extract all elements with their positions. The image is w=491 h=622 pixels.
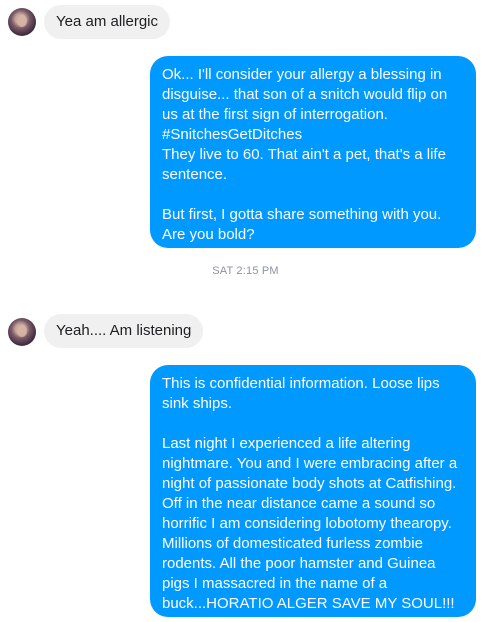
incoming-message[interactable]: Yea am allergic [44, 5, 171, 39]
incoming-message[interactable]: Yeah.... Am listening [44, 314, 204, 348]
message-line: horrific I am considering lobotomy thear… [162, 515, 452, 532]
message-text: Yeah.... Am listening [56, 322, 192, 339]
message-line: us at the first sign of interrogation. [162, 106, 388, 123]
message-line: nightmare. You and I were embracing afte… [162, 455, 458, 472]
message-line: buck...HORATIO ALGER SAVE MY SOUL!!! [162, 595, 455, 612]
message-line: Ok... I'll consider your allergy a bless… [162, 66, 442, 83]
message-line: disguise... that son of a snitch would f… [162, 86, 448, 103]
outgoing-message[interactable]: This is confidential information. Loose … [150, 365, 476, 617]
message-line: This is confidential information. Loose … [162, 375, 440, 392]
message-line: They live to 60. That ain't a pet, that'… [162, 146, 446, 163]
message-line: Last night I experienced a life altering [162, 435, 411, 452]
message-timestamp: SAT 2:15 PM [212, 265, 279, 277]
contact-avatar[interactable] [8, 8, 36, 36]
message-line: rodents. All the poor hamster and Guinea [162, 555, 436, 572]
message-line: But first, I gotta share something with … [162, 206, 442, 223]
message-line: pigs I massacred in the name of a [162, 575, 388, 592]
message-line [162, 414, 464, 434]
message-line: sink ships. [162, 395, 233, 412]
message-line [162, 185, 464, 205]
message-line: night of passionate body shots at Catfis… [162, 475, 457, 492]
message-line: Are you bold? [162, 226, 255, 243]
message-line: Off in the near distance came a sound so [162, 495, 436, 512]
message-line: Millions of domesticated furless zombie [162, 535, 423, 552]
message-line: #SnitchesGetDitches [162, 126, 303, 143]
contact-avatar[interactable] [8, 318, 36, 346]
outgoing-message[interactable]: Ok... I'll consider your allergy a bless… [150, 56, 476, 248]
message-line: sentence. [162, 166, 228, 183]
message-text: Yea am allergic [56, 13, 159, 30]
